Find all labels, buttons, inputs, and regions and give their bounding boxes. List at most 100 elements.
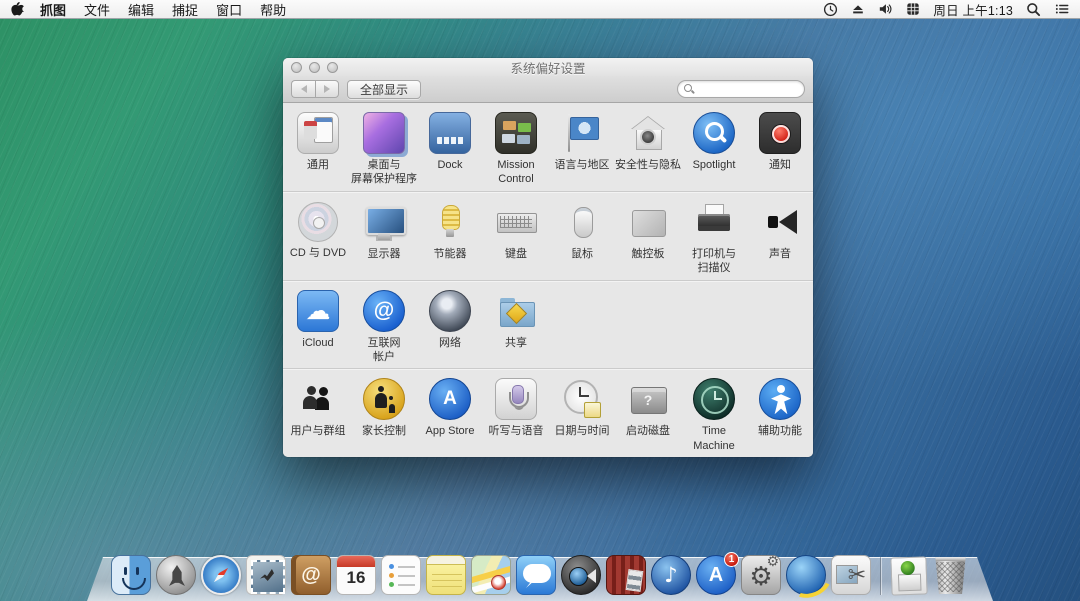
dock-notes[interactable] xyxy=(426,555,466,595)
pref-date-time[interactable]: 日期与时间 xyxy=(549,378,615,438)
dock-calendar[interactable]: 16 xyxy=(336,555,376,595)
cd-icon xyxy=(298,202,338,242)
general-icon xyxy=(297,112,339,154)
window-titlebar[interactable]: 系统偏好设置 xyxy=(283,58,813,76)
pref-sharing[interactable]: 共享 xyxy=(483,290,549,350)
pref-row-internet: iCloud 互联网 帐户 网络 共享 xyxy=(283,280,813,369)
pref-trackpad[interactable]: 触控板 xyxy=(615,201,681,261)
datetime-icon xyxy=(561,378,603,420)
dictation-icon xyxy=(495,378,537,420)
dock-grab[interactable] xyxy=(831,555,871,595)
time-machine-icon[interactable] xyxy=(823,2,838,17)
menu-edit[interactable]: 编辑 xyxy=(128,0,154,19)
messages-icon xyxy=(516,555,556,595)
app-store-badge: 1 xyxy=(724,552,739,567)
dock-reminders[interactable] xyxy=(381,555,421,595)
dock-launchpad[interactable] xyxy=(156,555,196,595)
dock-mail[interactable] xyxy=(246,555,286,595)
facetime-icon xyxy=(561,555,601,595)
dock-trash[interactable] xyxy=(932,557,969,595)
desktop: 抓图 文件编辑捕捉窗口帮助 周日 上午1:13 xyxy=(0,0,1080,601)
calendar-day: 16 xyxy=(337,568,375,588)
menu-app-name[interactable]: 抓图 xyxy=(40,0,66,19)
dock-globe-browser[interactable] xyxy=(786,555,826,595)
menu-window[interactable]: 窗口 xyxy=(216,0,242,19)
pref-accessibility[interactable]: 辅助功能 xyxy=(747,378,813,438)
contacts-icon xyxy=(291,555,331,595)
pref-notifications[interactable]: 通知 xyxy=(747,112,813,172)
pref-language-region[interactable]: 语言与地区 xyxy=(549,112,615,172)
pref-startup-disk[interactable]: 启动磁盘 xyxy=(615,378,681,438)
pref-dock[interactable]: Dock xyxy=(417,112,483,172)
pref-time-machine[interactable]: Time Machine xyxy=(681,378,747,453)
launchpad-icon xyxy=(156,555,196,595)
pref-sound[interactable]: 声音 xyxy=(747,201,813,261)
pref-energy-saver[interactable]: 节能器 xyxy=(417,201,483,261)
pref-desktop-screensaver[interactable]: 桌面与 屏幕保护程序 xyxy=(351,112,417,187)
volume-icon[interactable] xyxy=(878,2,893,16)
pref-displays[interactable]: 显示器 xyxy=(351,201,417,261)
dock-itunes[interactable] xyxy=(651,555,691,595)
dock-messages[interactable] xyxy=(516,555,556,595)
dock-system-preferences[interactable] xyxy=(741,555,781,595)
menu-capture[interactable]: 捕捉 xyxy=(172,0,198,19)
pref-label: Dock xyxy=(437,158,462,172)
pref-security-privacy[interactable]: 安全性与隐私 xyxy=(615,112,681,172)
network-icon xyxy=(429,290,471,332)
dock-facetime[interactable] xyxy=(561,555,601,595)
minimize-button[interactable] xyxy=(309,62,320,73)
sound-icon xyxy=(759,201,801,243)
apple-menu-icon[interactable] xyxy=(10,1,24,17)
pref-app-store[interactable]: App Store xyxy=(417,378,483,438)
downloads-icon xyxy=(890,556,927,595)
pref-mission-control[interactable]: Mission Control xyxy=(483,112,549,187)
dock-icon xyxy=(429,112,471,154)
dock-app-store[interactable]: 1 xyxy=(696,555,736,595)
itunes-icon xyxy=(651,555,691,595)
dock-contacts[interactable] xyxy=(291,555,331,595)
timemachine-icon xyxy=(693,378,735,420)
pref-keyboard[interactable]: 键盘 xyxy=(483,201,549,261)
show-all-button[interactable]: 全部显示 xyxy=(347,80,421,99)
search-input[interactable] xyxy=(695,81,798,97)
pref-label: 语言与地区 xyxy=(555,158,610,172)
close-button[interactable] xyxy=(291,62,302,73)
menu-file[interactable]: 文件 xyxy=(84,0,110,19)
pref-label: 网络 xyxy=(439,336,461,350)
dock-safari[interactable] xyxy=(201,555,241,595)
pref-printers-scanners[interactable]: 打印机与 扫描仪 xyxy=(681,201,747,276)
dock-downloads-stack[interactable] xyxy=(891,557,927,595)
forward-button[interactable] xyxy=(315,80,339,98)
dock-photo-booth[interactable] xyxy=(606,555,646,595)
pref-mouse[interactable]: 鼠标 xyxy=(549,201,615,261)
zoom-button[interactable] xyxy=(327,62,338,73)
users-icon xyxy=(297,378,339,420)
pref-users-groups[interactable]: 用户与群组 xyxy=(285,378,351,438)
pref-network[interactable]: 网络 xyxy=(417,290,483,350)
accessibility-icon xyxy=(759,378,801,420)
spotlight-icon[interactable] xyxy=(1026,2,1041,17)
pref-dictation-speech[interactable]: 听写与语音 xyxy=(483,378,549,438)
pref-general[interactable]: 通用 xyxy=(285,112,351,172)
notifications-icon xyxy=(759,112,801,154)
search-field[interactable] xyxy=(677,80,805,98)
pref-cd-dvd[interactable]: CD 与 DVD xyxy=(285,201,351,260)
pref-label: CD 与 DVD xyxy=(290,246,346,260)
back-button[interactable] xyxy=(291,80,315,98)
pref-label: Spotlight xyxy=(693,158,736,172)
maps-icon xyxy=(471,555,511,595)
notification-center-icon[interactable] xyxy=(1054,2,1070,16)
dock-maps[interactable] xyxy=(471,555,511,595)
trackpad-icon xyxy=(627,201,669,243)
menu-help[interactable]: 帮助 xyxy=(260,0,286,19)
pref-icloud[interactable]: iCloud xyxy=(285,290,351,350)
eject-icon[interactable] xyxy=(851,2,865,16)
pref-label: 用户与群组 xyxy=(291,424,346,438)
input-method-icon[interactable] xyxy=(906,2,920,16)
pref-label: 显示器 xyxy=(368,247,401,261)
dock-finder[interactable] xyxy=(111,555,151,595)
pref-internet-accounts[interactable]: 互联网 帐户 xyxy=(351,290,417,365)
pref-spotlight[interactable]: Spotlight xyxy=(681,112,747,172)
pref-parental-controls[interactable]: 家长控制 xyxy=(351,378,417,438)
menu-clock[interactable]: 周日 上午1:13 xyxy=(933,0,1013,19)
